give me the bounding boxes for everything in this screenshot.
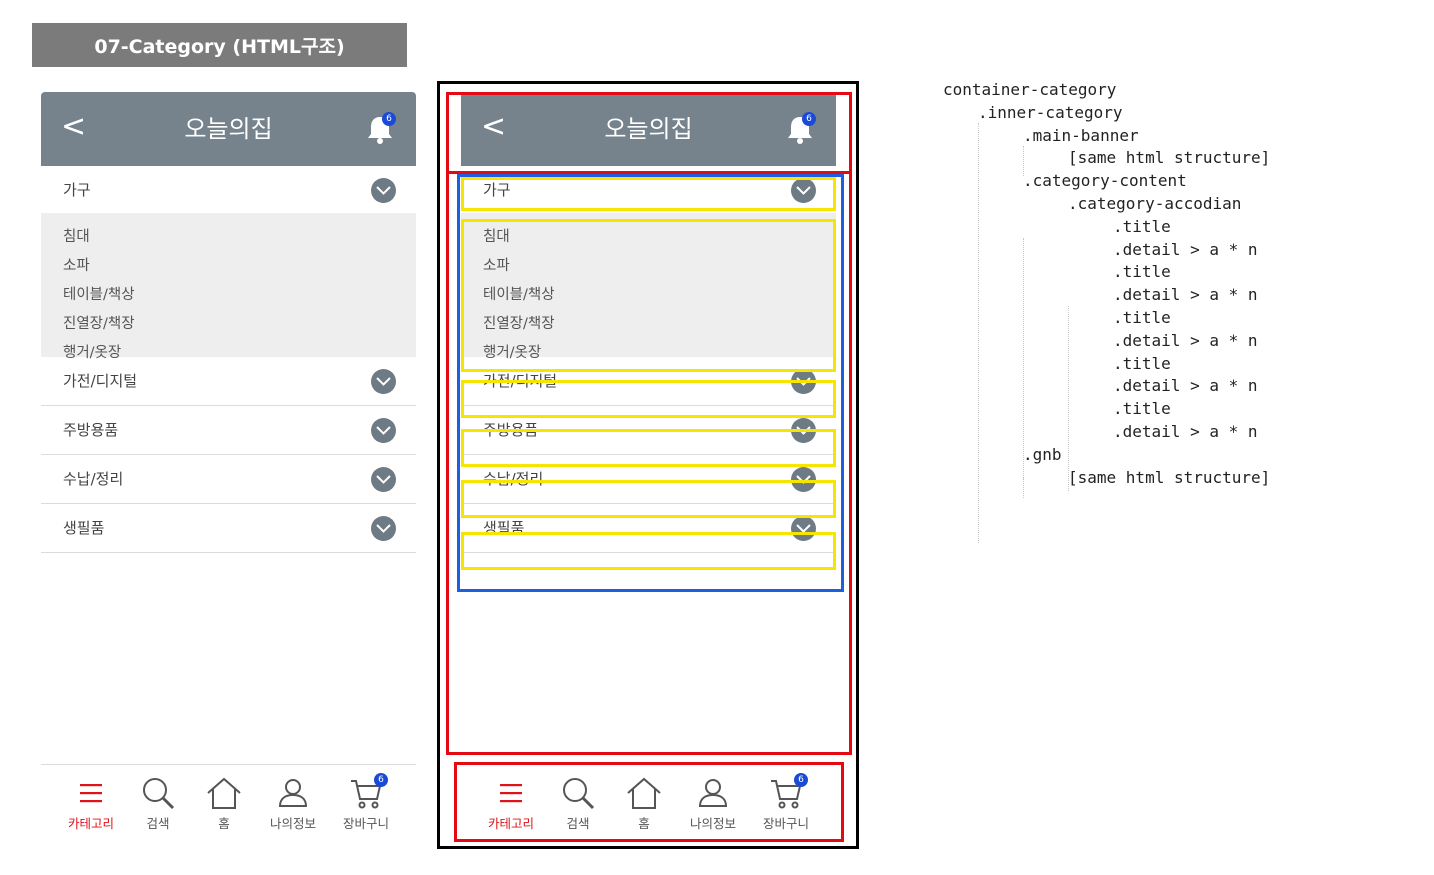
- accordion-title[interactable]: 가전/디지털: [41, 357, 416, 406]
- gnb-icon-wrap: 6: [336, 773, 396, 811]
- html-structure-code: container-category .inner-category .main-b…: [943, 78, 1413, 543]
- code-line: .title: [1113, 353, 1171, 373]
- gnb-label: 검색: [146, 816, 170, 831]
- annotation-box-detail: [461, 219, 836, 372]
- gnb-label: 카테고리: [67, 816, 114, 831]
- accordion-toggle-button[interactable]: [371, 178, 396, 203]
- code-line: .detail > a * n: [1113, 239, 1258, 259]
- indent-guide: [978, 123, 979, 543]
- annotation-box-title: [461, 532, 836, 570]
- accordion-toggle-button[interactable]: [371, 467, 396, 492]
- code-line: [same html structure]: [1068, 467, 1271, 487]
- gnb-icon-wrap: [61, 775, 121, 811]
- indent-guide: [1023, 146, 1024, 176]
- accordion-title-label: 가구: [63, 181, 91, 199]
- subcategory-link[interactable]: 소파: [41, 252, 416, 281]
- gnb-item-hamburger[interactable]: 카테고리: [61, 775, 121, 832]
- gnb-label: 장바구니: [342, 816, 389, 831]
- code-line: .detail > a * n: [1113, 285, 1258, 305]
- indent-guide: [1023, 238, 1024, 498]
- gnb-label: 홈: [218, 816, 230, 831]
- subcategory-link[interactable]: 테이블/책상: [41, 281, 416, 310]
- gnb-label: 나의정보: [269, 816, 316, 831]
- notification-button[interactable]: 6: [366, 112, 396, 146]
- user-icon: [278, 779, 308, 807]
- annotation-box-title: [461, 380, 836, 418]
- home-icon: [207, 777, 241, 809]
- accordion-detail: 침대 소파 테이블/책상 진열장/책장 행거/옷장: [41, 213, 416, 361]
- subcategory-link[interactable]: 침대: [41, 223, 416, 252]
- gnb-item-search[interactable]: 검색: [128, 775, 188, 832]
- code-line: .detail > a * n: [1113, 330, 1258, 350]
- indent-guide: [1023, 478, 1024, 498]
- code-line: .category-accodian: [1068, 194, 1242, 213]
- annotation-box-main-banner: [446, 92, 852, 174]
- gnb-item-cart[interactable]: 6 장바구니: [336, 773, 396, 832]
- hamburger-icon: [80, 784, 102, 803]
- gnb-item-home[interactable]: 홈: [194, 775, 254, 832]
- accordion-title-label: 주방용품: [63, 421, 119, 439]
- annotation-box-gnb: [454, 762, 844, 842]
- cart-badge: 6: [374, 773, 388, 787]
- code-line: .detail > a * n: [1113, 376, 1258, 396]
- main-banner: < 오늘의집 6: [41, 92, 416, 166]
- gnb: 카테고리 검색 홈 나의정보 6 장바구니: [41, 764, 416, 838]
- notification-badge: 6: [382, 112, 396, 126]
- code-line: .gnb: [1023, 444, 1062, 464]
- slide-title: 07-Category (HTML구조): [32, 23, 407, 67]
- indent-guide: [1068, 306, 1069, 491]
- code-line: .main-banner: [1023, 125, 1139, 145]
- code-line: .detail > a * n: [1113, 422, 1258, 441]
- code-line: [same html structure]: [1068, 148, 1271, 168]
- accordion-toggle-button[interactable]: [371, 369, 396, 394]
- gnb-icon-wrap: [128, 775, 188, 811]
- code-line: .title: [1113, 399, 1171, 419]
- code-line: .title: [1113, 308, 1171, 327]
- chevron-down-icon: [376, 524, 391, 533]
- code-line: .category-content: [1023, 171, 1187, 191]
- code-line: .title: [1113, 262, 1171, 282]
- code-line: .title: [1113, 216, 1171, 236]
- annotation-box-title: [461, 429, 836, 467]
- annotation-box-title: [461, 177, 836, 211]
- accordion-title[interactable]: 생필품: [41, 504, 416, 553]
- chevron-down-icon: [376, 377, 391, 386]
- accordion-toggle-button[interactable]: [371, 418, 396, 443]
- gnb-item-user[interactable]: 나의정보: [263, 775, 323, 832]
- code-line: container-category: [943, 80, 1117, 99]
- gnb-icon-wrap: [263, 775, 323, 811]
- accordion-title-label: 생필품: [63, 519, 105, 537]
- accordion-title-label: 수납/정리: [63, 470, 124, 488]
- accordion-title[interactable]: 가구: [41, 166, 416, 213]
- chevron-down-icon: [376, 426, 391, 435]
- accordion-title[interactable]: 주방용품: [41, 406, 416, 455]
- app-title: 오늘의집: [184, 115, 273, 143]
- accordion-title-label: 가전/디지털: [63, 372, 138, 390]
- accordion-title[interactable]: 수납/정리: [41, 455, 416, 504]
- category-accordion: 가구침대 소파 테이블/책상 진열장/책장 행거/옷장가전/디지털주방용품수납/정리생필…: [41, 166, 416, 553]
- phone-mockup-plain: < 오늘의집 6 가구침대 소파 테이블/책상 진열장/책장 행거/옷장가전/디지털주방…: [41, 92, 416, 837]
- chevron-down-icon: [376, 475, 391, 484]
- chevron-down-icon: [376, 186, 391, 195]
- accordion-toggle-button[interactable]: [371, 516, 396, 541]
- search-icon: [143, 778, 175, 810]
- gnb-icon-wrap: [194, 775, 254, 811]
- code-line: .inner-category: [978, 102, 1123, 122]
- annotation-box-title: [461, 480, 836, 518]
- subcategory-link[interactable]: 진열장/책장: [41, 310, 416, 339]
